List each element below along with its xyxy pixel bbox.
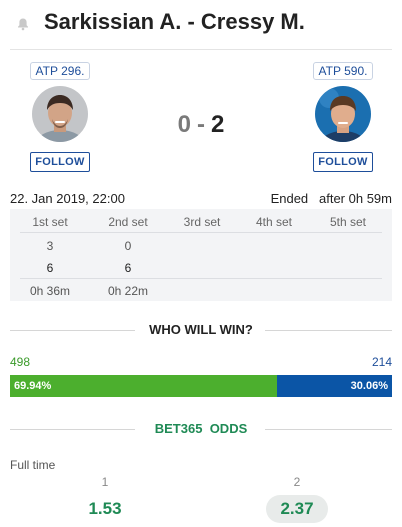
home-avatar[interactable]	[32, 86, 88, 142]
page-title: Sarkissian A. - Cressy M.	[44, 9, 305, 34]
table-divider	[20, 232, 382, 233]
sets-table: 1st set 2nd set 3rd set 4th set 5th set …	[10, 209, 392, 301]
odds-section-title: BET365 ODDS	[0, 421, 402, 436]
match-status: Ended after 0h 59m	[271, 191, 392, 206]
follow-away-button[interactable]: FOLLOW	[313, 152, 373, 172]
vote-section-title: WHO WILL WIN?	[0, 322, 402, 337]
away-set-score: 6	[46, 261, 54, 275]
bell-icon[interactable]	[16, 17, 30, 31]
away-set-score: 6	[124, 261, 132, 275]
set-duration: 0h 22m	[107, 284, 149, 298]
odds-outcome-label: 2	[293, 475, 301, 489]
set-duration: 0h 36m	[29, 284, 71, 298]
follow-home-button[interactable]: FOLLOW	[30, 152, 90, 172]
odds-value-home[interactable]: 1.53	[74, 495, 135, 523]
set-header: 3rd set	[183, 215, 221, 229]
score-separator: -	[197, 111, 205, 138]
home-score: 0	[177, 111, 191, 138]
odds-column-away: 2 2.37	[257, 475, 337, 523]
odds-period-label: Full time	[10, 458, 56, 472]
home-set-score: 3	[46, 239, 54, 253]
divider	[265, 330, 392, 331]
vote-bar[interactable]: 69.94% 30.06%	[10, 375, 392, 397]
divider	[265, 429, 392, 430]
away-score: 2	[211, 111, 225, 138]
away-vote-segment[interactable]: 30.06%	[277, 375, 392, 397]
odds-word: ODDS	[209, 421, 248, 436]
home-player: ATP 296. FOLLOW	[20, 62, 100, 172]
set-header: 4th set	[255, 215, 293, 229]
status-label: Ended	[270, 191, 309, 206]
set-header: 2nd set	[108, 215, 148, 229]
divider	[10, 330, 135, 331]
odds-brand[interactable]: BET365	[155, 421, 203, 436]
home-vote-count: 498	[10, 355, 31, 369]
home-rank-badge[interactable]: ATP 296.	[29, 62, 91, 80]
match-duration: after 0h 59m	[319, 191, 392, 206]
odds-value-away[interactable]: 2.37	[266, 495, 328, 523]
vote-title: WHO WILL WIN?	[149, 322, 253, 337]
set-header: 5th set	[329, 215, 367, 229]
away-rank-badge[interactable]: ATP 590.	[312, 62, 374, 80]
home-vote-segment[interactable]: 69.94%	[10, 375, 278, 397]
away-player: ATP 590. FOLLOW	[303, 62, 383, 172]
match-date: 22. Jan 2019, 22:00	[10, 191, 125, 206]
divider	[10, 429, 135, 430]
odds-column-home: 1 1.53	[65, 475, 145, 523]
away-avatar[interactable]	[315, 86, 371, 142]
divider	[10, 49, 392, 50]
match-header: Sarkissian A. - Cressy M.	[0, 0, 402, 46]
table-divider	[20, 278, 382, 279]
match-score: 0-2	[130, 111, 272, 139]
set-header: 1st set	[32, 215, 68, 229]
home-set-score: 0	[124, 239, 132, 253]
away-vote-count: 214	[371, 355, 392, 369]
odds-outcome-label: 1	[101, 475, 109, 489]
